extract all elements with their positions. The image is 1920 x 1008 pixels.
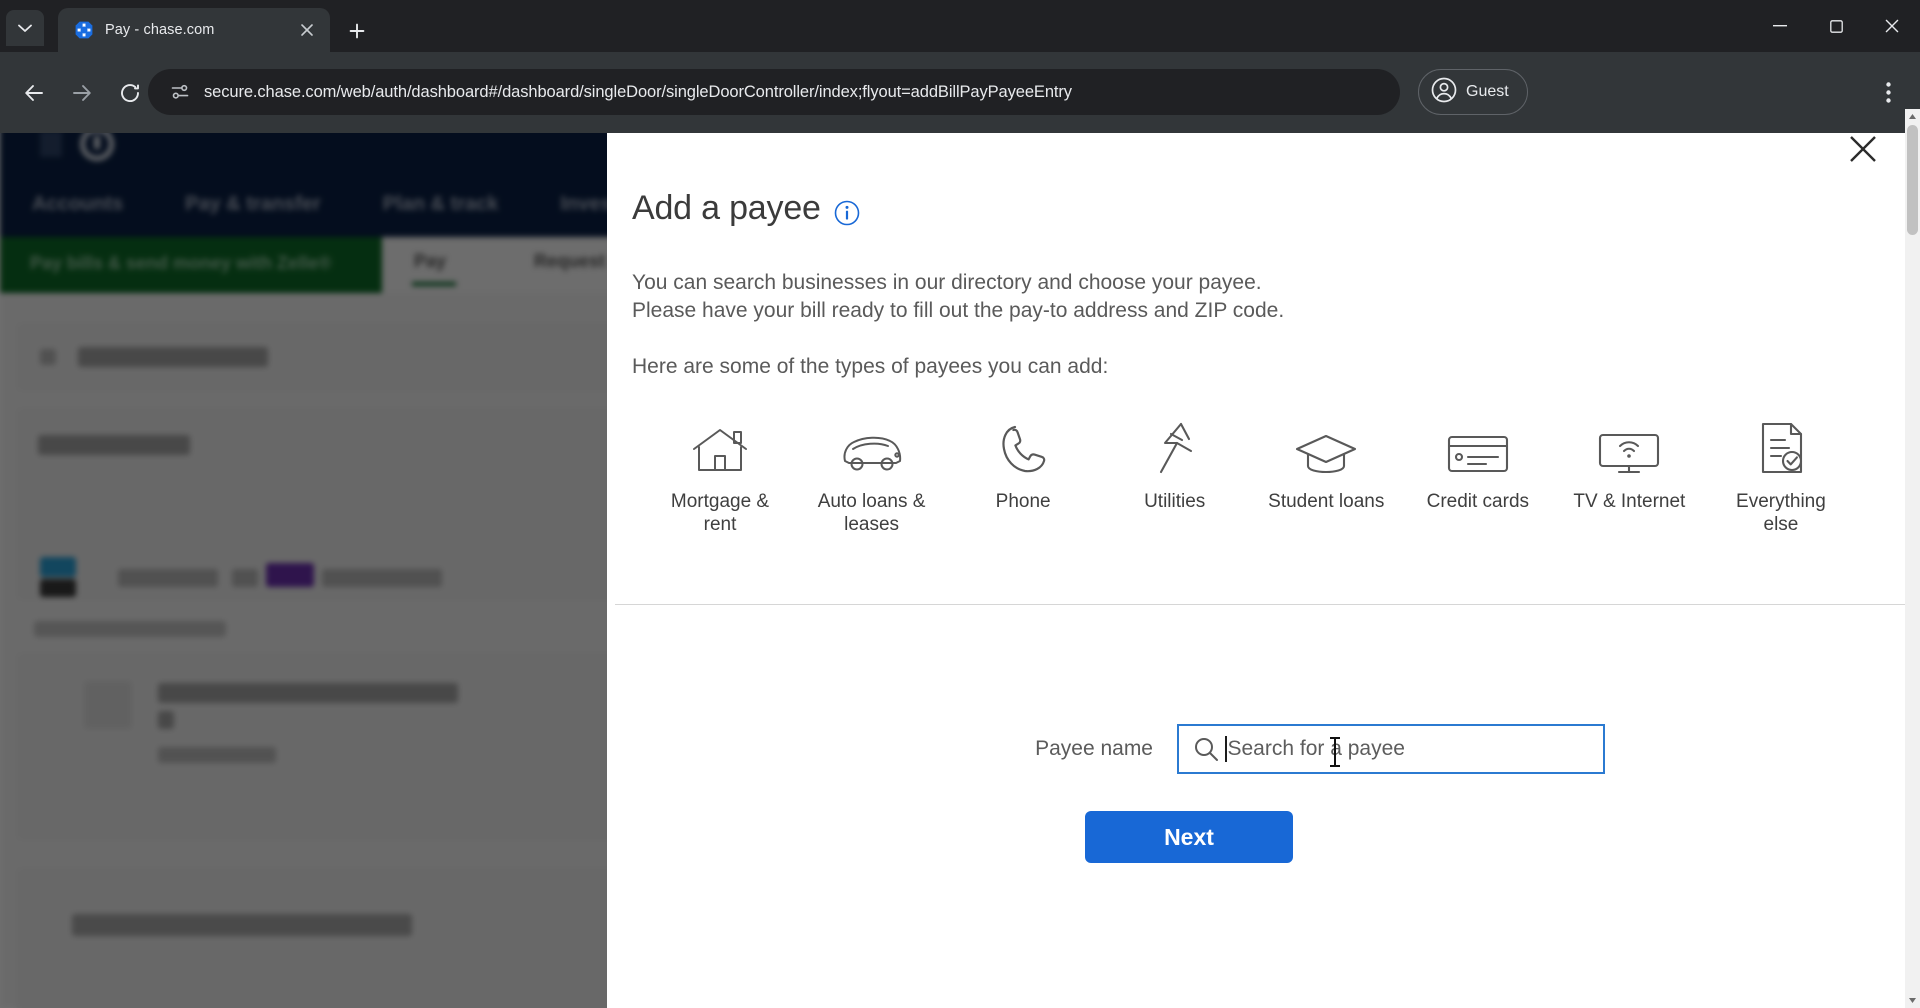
account-avatar-icon [1431, 77, 1457, 108]
payee-type-mortgage-rent[interactable]: Mortgage & rent [656, 417, 784, 536]
payee-type-label: Mortgage & rent [670, 491, 770, 535]
payee-type-label: TV & Internet [1573, 491, 1686, 512]
scroll-up-arrow-icon[interactable] [1905, 109, 1920, 124]
document-check-icon [1757, 417, 1805, 475]
modal-content: Add a payee You can search businesses in… [632, 189, 1867, 536]
payee-type-tv-internet[interactable]: TV & Internet [1565, 417, 1693, 513]
page-scrollbar[interactable] [1905, 109, 1920, 1008]
graduation-cap-icon [1294, 417, 1358, 475]
television-wifi-icon [1597, 417, 1661, 475]
house-icon [690, 417, 750, 475]
modal-title-text: Add a payee [632, 189, 821, 227]
browser-chrome: Pay - chase.com secure.chase.com/web/aut… [0, 0, 1920, 133]
modal-description-line2: Please have your bill ready to fill out … [632, 299, 1285, 322]
payee-type-label: Utilities [1144, 491, 1206, 512]
scrollbar-thumb[interactable] [1907, 125, 1918, 235]
window-controls [1752, 0, 1920, 52]
phone-handset-icon [998, 417, 1048, 475]
modal-description: You can search businesses in our directo… [632, 269, 1867, 325]
search-placeholder: Search for a payee [1227, 737, 1405, 760]
tab-title: Pay - chase.com [105, 22, 215, 38]
payee-type-label: Phone [995, 491, 1051, 512]
text-caret [1225, 736, 1227, 762]
search-input[interactable]: Search for a payee [1177, 724, 1605, 774]
payee-type-credit-cards[interactable]: Credit cards [1414, 417, 1542, 513]
payee-types-row: Mortgage & rent Auto loans & leases Phon… [632, 417, 1867, 536]
profile-button[interactable]: Guest [1418, 69, 1528, 115]
payee-type-label: Auto loans & leases [817, 491, 926, 535]
section-divider [615, 604, 1912, 605]
forward-arrow-icon[interactable] [62, 73, 102, 113]
payee-type-auto-loans-leases[interactable]: Auto loans & leases [808, 417, 936, 536]
credit-card-icon [1446, 417, 1510, 475]
payee-type-utilities[interactable]: Utilities [1111, 417, 1239, 513]
payee-type-label: Student loans [1268, 491, 1385, 512]
payee-type-student-loans[interactable]: Student loans [1262, 417, 1390, 513]
payee-type-phone[interactable]: Phone [959, 417, 1087, 513]
page-viewport: Accounts Pay & transfer Plan & track Inv… [0, 109, 1920, 1008]
plus-icon[interactable] [340, 14, 374, 48]
car-icon [840, 417, 904, 475]
mouse-text-cursor [1329, 735, 1341, 769]
scroll-down-arrow-icon[interactable] [1905, 993, 1920, 1008]
window-close-icon[interactable] [1864, 0, 1920, 52]
payee-type-label: Everything else [1736, 491, 1826, 535]
info-circle-icon[interactable] [834, 196, 860, 225]
browser-tab[interactable]: Pay - chase.com [58, 8, 330, 52]
chevron-down-icon[interactable] [6, 10, 44, 46]
site-settings-icon[interactable] [166, 82, 194, 102]
types-intro-text: Here are some of the types of payees you… [632, 355, 1109, 378]
payee-name-field-row: Payee name Search for a payee [607, 724, 1920, 774]
payee-type-everything-else[interactable]: Everything else [1717, 417, 1845, 536]
magnifier-icon [1193, 736, 1221, 762]
url-text: secure.chase.com/web/auth/dashboard#/das… [204, 82, 1072, 101]
back-arrow-icon[interactable] [14, 73, 54, 113]
minimize-icon[interactable] [1752, 0, 1808, 52]
add-payee-modal: Add a payee You can search businesses in… [607, 109, 1920, 1008]
next-button[interactable]: Next [1085, 811, 1293, 863]
address-bar[interactable]: secure.chase.com/web/auth/dashboard#/das… [148, 69, 1400, 115]
page-title: Add a payee [632, 189, 1867, 228]
tab-strip: Pay - chase.com [0, 0, 1920, 52]
maximize-icon[interactable] [1808, 0, 1864, 52]
modal-description-line1: You can search businesses in our directo… [632, 271, 1262, 294]
close-icon[interactable] [294, 17, 320, 43]
reload-icon[interactable] [110, 73, 150, 113]
payee-type-label: Credit cards [1426, 491, 1530, 512]
chase-octagon-favicon [74, 21, 93, 40]
three-dot-menu-icon[interactable] [1866, 70, 1910, 114]
profile-label: Guest [1466, 83, 1509, 100]
browser-toolbar: secure.chase.com/web/auth/dashboard#/das… [0, 52, 1920, 133]
payee-name-label: Payee name [1035, 737, 1153, 760]
lightning-bolt-plug-icon [1151, 417, 1199, 475]
